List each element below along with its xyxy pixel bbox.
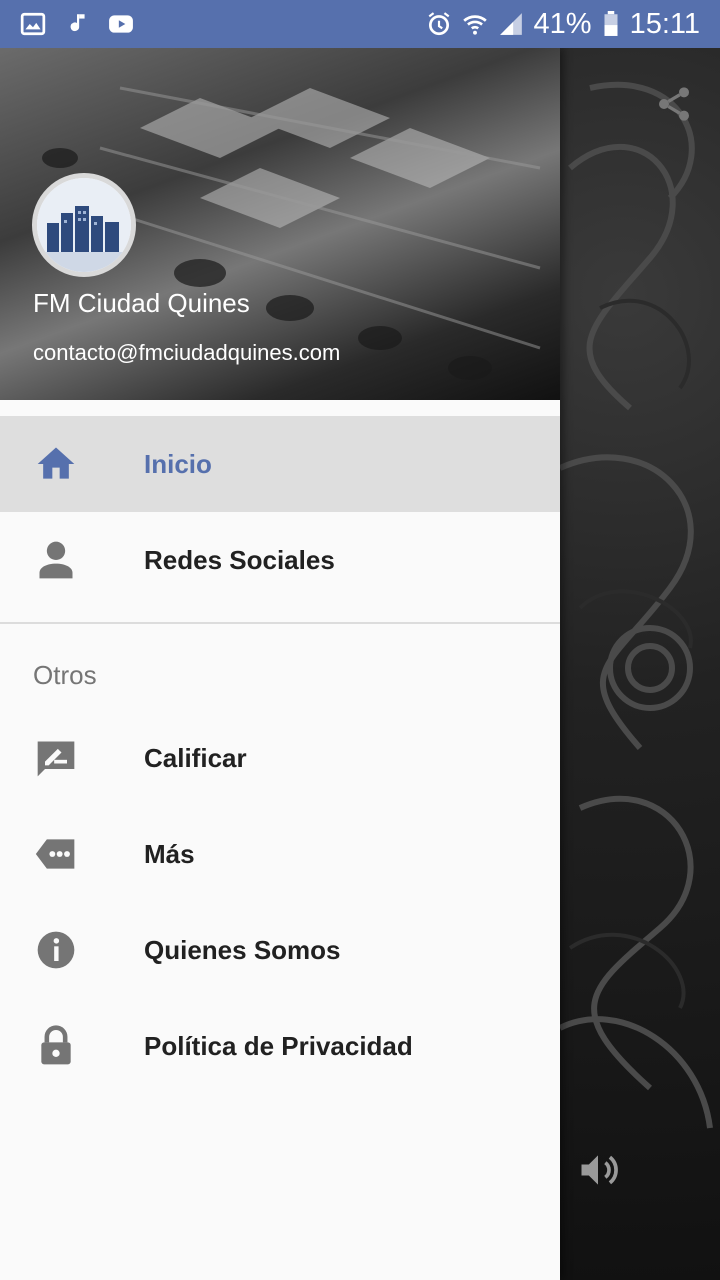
section-label-otros: Otros — [33, 659, 97, 690]
volume-icon[interactable] — [576, 1148, 620, 1192]
rate-review-icon — [37, 741, 75, 777]
menu-item-politica-privacidad[interactable]: Política de Privacidad — [0, 998, 560, 1094]
menu-divider — [0, 608, 560, 624]
signal-icon — [499, 13, 522, 35]
menu-item-label: Redes Sociales — [144, 544, 335, 575]
more-tag-icon — [35, 839, 75, 869]
battery-icon — [604, 11, 618, 36]
main-content-background — [560, 48, 720, 1280]
contact-email[interactable]: contacto@fmciudadquines.com — [33, 340, 340, 366]
station-logo-avatar — [32, 173, 136, 277]
share-icon[interactable] — [654, 84, 694, 124]
drawer-menu: Inicio Redes Sociales Otros Calificar Má… — [0, 416, 560, 1094]
music-note-icon — [70, 14, 85, 32]
image-notification-icon — [20, 12, 46, 36]
menu-item-mas[interactable]: Más — [0, 806, 560, 902]
menu-item-label: Quienes Somos — [144, 934, 341, 965]
youtube-icon — [109, 15, 133, 33]
menu-item-label: Más — [144, 838, 195, 869]
decorative-swirl-pattern — [560, 81, 713, 1129]
menu-item-label: Inicio — [144, 448, 212, 479]
navigation-drawer: FM Ciudad Quines contacto@fmciudadquines… — [0, 48, 560, 1280]
wifi-icon — [462, 15, 487, 35]
person-icon — [39, 541, 73, 579]
clock: 15:11 — [629, 7, 700, 40]
menu-item-inicio[interactable]: Inicio — [0, 416, 560, 512]
info-icon — [37, 931, 75, 969]
menu-item-label: Calificar — [144, 742, 247, 773]
battery-percent: 41% — [533, 7, 592, 40]
alarm-icon — [428, 12, 449, 36]
menu-item-redes-sociales[interactable]: Redes Sociales — [0, 512, 560, 608]
menu-item-quienes-somos[interactable]: Quienes Somos — [0, 902, 560, 998]
lock-icon — [41, 1025, 71, 1065]
drawer-header: FM Ciudad Quines contacto@fmciudadquines… — [0, 48, 560, 400]
station-name: FM Ciudad Quines — [33, 288, 250, 318]
menu-item-calificar[interactable]: Calificar — [0, 710, 560, 806]
status-bar: 41% 15:11 — [0, 0, 720, 48]
menu-item-label: Política de Privacidad — [144, 1030, 413, 1061]
home-icon — [37, 447, 75, 479]
